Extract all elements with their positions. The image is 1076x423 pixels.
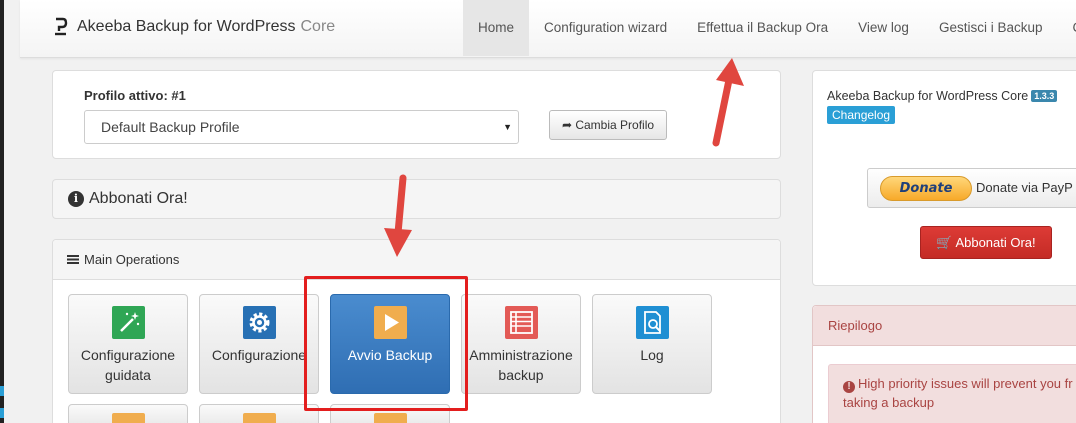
annotation-arrow-up <box>712 58 744 147</box>
annotation-arrows <box>384 58 744 257</box>
annotation-arrow-down <box>384 174 412 257</box>
